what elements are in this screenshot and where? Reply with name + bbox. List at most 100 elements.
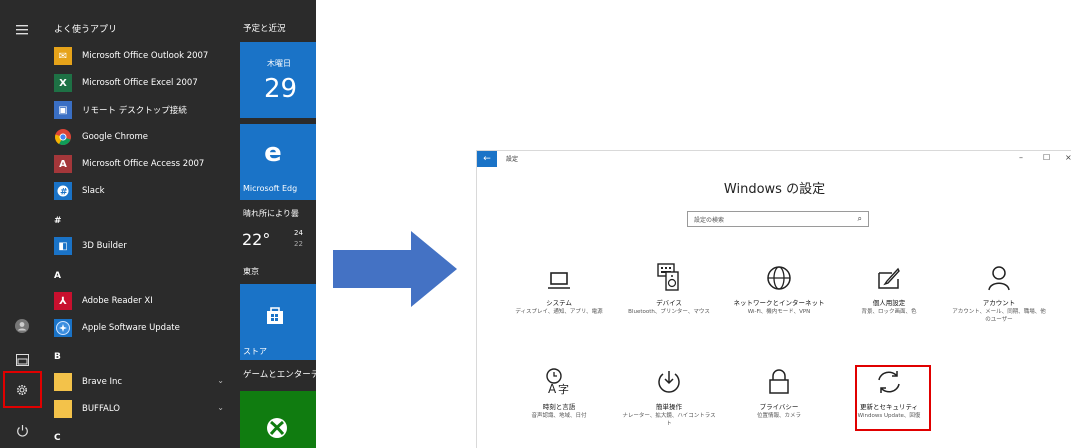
ease-of-access-icon xyxy=(614,363,724,395)
svg-text:A: A xyxy=(548,382,557,395)
calendar-day: 木曜日 xyxy=(267,59,291,68)
app-label: Microsoft Office Outlook 2007 xyxy=(82,51,209,61)
store-tile[interactable]: ストア xyxy=(240,284,316,360)
update-security-highlight-box xyxy=(855,365,931,431)
category-desc: Wi-Fi、機内モード、VPN xyxy=(747,309,811,315)
remote-desktop-icon: ▣ xyxy=(54,101,72,119)
apple-update-icon xyxy=(54,319,72,337)
person-icon xyxy=(944,259,1054,291)
lock-icon xyxy=(724,363,834,395)
tile-label: ストア xyxy=(243,347,267,356)
weather-city: 東京 xyxy=(243,267,259,276)
search-placeholder: 設定の検索 xyxy=(694,217,725,224)
calendar-date: 29 xyxy=(264,74,298,104)
title-bar: ← 設定 – ☐ × xyxy=(477,151,1071,167)
settings-highlight-box xyxy=(3,371,42,408)
category-accounts[interactable]: アカウント アカウント、メール、同期、職場、他のユーザー xyxy=(944,259,1054,324)
app-label: BUFFALO xyxy=(82,404,120,414)
calendar-tile[interactable]: 木曜日 29 xyxy=(240,42,316,118)
category-desc: ディスプレイ、通知、アプリ、電源 xyxy=(515,309,603,315)
category-desc: Bluetooth、プリンター、マウス xyxy=(628,309,710,315)
search-icon: ⌕ xyxy=(857,214,862,223)
hamburger-menu-icon[interactable] xyxy=(8,16,36,44)
category-name: 時刻と言語 xyxy=(542,403,576,411)
chevron-down-icon: ⌄ xyxy=(217,403,224,412)
settings-window: ← 設定 – ☐ × Windows の設定 設定の検索 ⌕ システム ディスプ… xyxy=(476,150,1071,448)
keyboard-speaker-icon xyxy=(614,259,724,291)
app-item-chrome[interactable]: Google Chrome xyxy=(54,125,232,149)
category-devices[interactable]: デバイス Bluetooth、プリンター、マウス xyxy=(614,259,724,316)
minimize-icon[interactable]: – xyxy=(1019,153,1023,162)
app-list: よく使うアプリ ✉ Microsoft Office Outlook 2007 … xyxy=(48,0,233,448)
app-item-remote-desktop[interactable]: ▣ リモート デスクトップ接続 xyxy=(54,98,232,122)
app-item-outlook[interactable]: ✉ Microsoft Office Outlook 2007 xyxy=(54,44,232,68)
settings-search-input[interactable]: 設定の検索 ⌕ xyxy=(687,211,869,227)
svg-text:字: 字 xyxy=(558,382,569,395)
weather-tile[interactable]: 晴れ所により曇 22° 24 22 東京 xyxy=(240,204,316,286)
category-name: システム xyxy=(546,299,572,307)
folder-icon xyxy=(54,373,72,391)
chrome-icon xyxy=(54,128,72,146)
category-personalization[interactable]: 個人用設定 背景、ロック画面、色 xyxy=(834,259,944,316)
outlook-icon: ✉ xyxy=(54,47,72,65)
app-item-access[interactable]: A Microsoft Office Access 2007 xyxy=(54,152,232,176)
tile-group-header: 予定と近況 xyxy=(243,24,286,34)
app-label: Brave Inc xyxy=(82,377,123,387)
power-icon[interactable] xyxy=(8,416,36,444)
category-system[interactable]: システム ディスプレイ、通知、アプリ、電源 xyxy=(504,259,614,316)
back-button[interactable]: ← xyxy=(477,151,497,167)
close-icon[interactable]: × xyxy=(1065,153,1071,162)
store-icon xyxy=(264,304,286,330)
maximize-icon[interactable]: ☐ xyxy=(1043,153,1050,162)
edge-tile[interactable]: e Microsoft Edg xyxy=(240,124,316,200)
right-arrow-icon xyxy=(333,231,457,307)
app-label: Adobe Reader XI xyxy=(82,296,153,306)
weather-low: 22 xyxy=(294,240,303,248)
app-item-slack[interactable]: # Slack xyxy=(54,179,232,203)
app-label: 3D Builder xyxy=(82,241,127,251)
category-desc: 背景、ロック画面、色 xyxy=(861,309,917,315)
app-label: Apple Software Update xyxy=(82,323,180,333)
app-item-adobe-reader[interactable]: ⅄ Adobe Reader XI xyxy=(54,289,232,313)
section-letter-b[interactable]: B xyxy=(54,352,61,362)
start-menu: よく使うアプリ ✉ Microsoft Office Outlook 2007 … xyxy=(0,0,316,448)
most-used-header: よく使うアプリ xyxy=(54,25,118,35)
xbox-icon xyxy=(266,417,288,443)
category-desc: アカウント、メール、同期、職場、他のユーザー xyxy=(952,309,1046,323)
folder-icon xyxy=(54,400,72,418)
category-privacy[interactable]: プライバシー 位置情報、カメラ xyxy=(724,363,834,420)
xbox-tile[interactable] xyxy=(240,391,316,448)
tile-label: Microsoft Edg xyxy=(243,184,298,193)
section-letter-hash[interactable]: # xyxy=(54,216,62,226)
app-item-excel[interactable]: X Microsoft Office Excel 2007 xyxy=(54,71,232,95)
laptop-icon xyxy=(504,259,614,291)
app-item-apple-software-update[interactable]: Apple Software Update xyxy=(54,316,232,340)
slack-icon: # xyxy=(54,182,72,200)
tile-area: 予定と近況 木曜日 29 e Microsoft Edg 晴れ所により曇 22°… xyxy=(240,0,316,448)
edge-icon: e xyxy=(264,138,282,168)
explorer-icon[interactable] xyxy=(8,346,36,374)
category-desc: 音声認識、地域、日付 xyxy=(531,413,587,419)
category-desc: 位置情報、カメラ xyxy=(756,413,801,419)
svg-text:#: # xyxy=(60,188,68,198)
weather-desc: 晴れ所により曇 xyxy=(243,209,299,218)
app-label: Google Chrome xyxy=(82,132,149,142)
globe-icon xyxy=(724,259,834,291)
category-ease-of-access[interactable]: 簡単操作 ナレーター、拡大鏡、ハイコントラスト xyxy=(614,363,724,428)
chevron-down-icon: ⌄ xyxy=(217,376,224,385)
category-name: プライバシー xyxy=(759,403,799,411)
adobe-reader-icon: ⅄ xyxy=(54,292,72,310)
tile-group-header: ゲームとエンターテ xyxy=(243,370,316,380)
app-item-buffalo[interactable]: BUFFALO ⌄ xyxy=(54,397,232,421)
category-time-language[interactable]: A字 時刻と言語 音声認識、地域、日付 xyxy=(504,363,614,420)
app-item-brave-inc[interactable]: Brave Inc ⌄ xyxy=(54,370,232,394)
window-title: 設定 xyxy=(506,156,519,163)
app-item-3d-builder[interactable]: ◧ 3D Builder xyxy=(54,234,232,258)
section-letter-c[interactable]: C xyxy=(54,433,61,443)
access-icon: A xyxy=(54,155,72,173)
user-avatar-icon[interactable] xyxy=(8,312,36,340)
section-letter-a[interactable]: A xyxy=(54,271,61,281)
category-network[interactable]: ネットワークとインターネット Wi-Fi、機内モード、VPN xyxy=(724,259,834,316)
app-label: Microsoft Office Excel 2007 xyxy=(82,78,198,88)
app-label: リモート デスクトップ接続 xyxy=(82,106,187,116)
